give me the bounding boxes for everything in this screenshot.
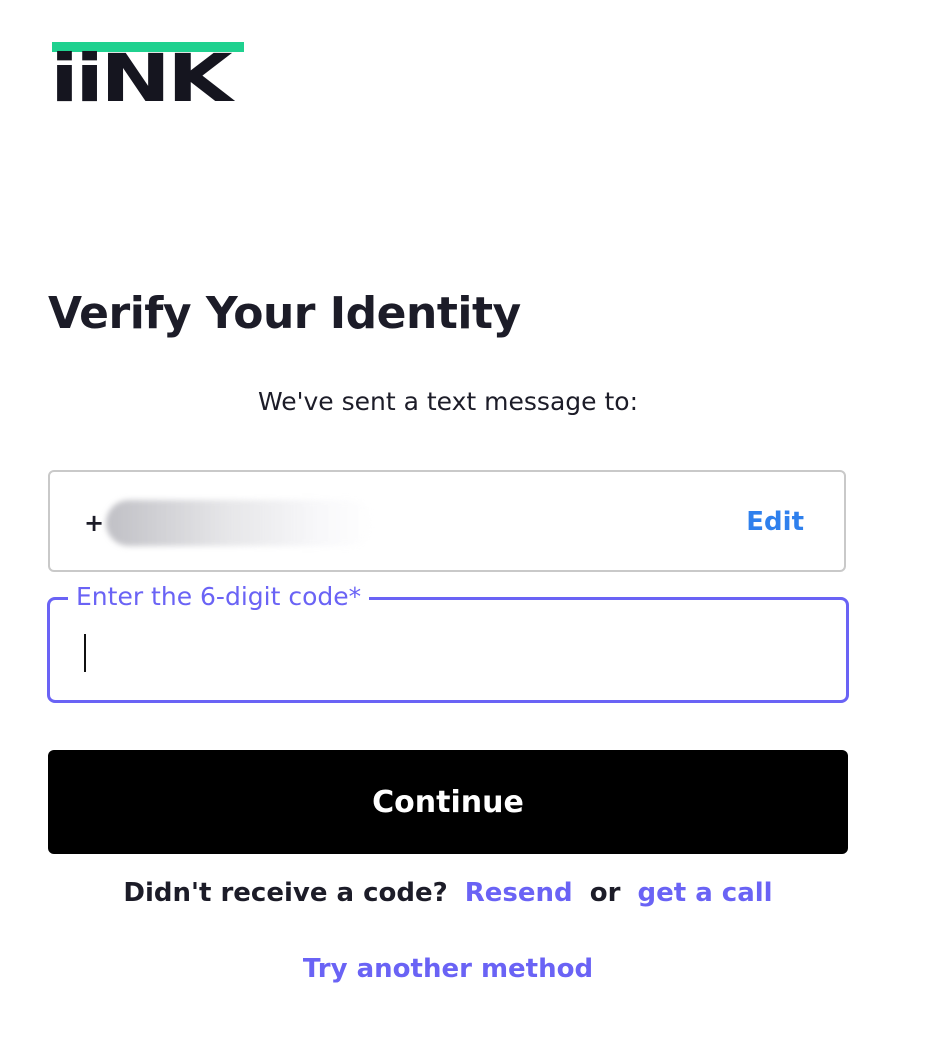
- edit-phone-link[interactable]: Edit: [746, 504, 804, 540]
- get-a-call-link[interactable]: get a call: [637, 878, 772, 908]
- logo-wordmark: iiNK: [50, 40, 233, 117]
- no-code-text: Didn't receive a code?: [123, 878, 448, 908]
- or-text: or: [589, 878, 621, 908]
- text-caret: [84, 634, 86, 672]
- phone-number-display: + Edit: [48, 470, 846, 572]
- phone-number-prefix: +: [84, 509, 105, 537]
- code-input[interactable]: [80, 628, 824, 674]
- continue-button[interactable]: Continue: [48, 750, 848, 854]
- try-another-method-link[interactable]: Try another method: [48, 950, 848, 988]
- code-input-label: Enter the 6-digit code*: [68, 580, 370, 614]
- resend-row: Didn't receive a code? Resend or get a c…: [48, 874, 848, 912]
- brand-logo: iiNK: [50, 42, 244, 112]
- phone-number-redacted: [106, 500, 374, 546]
- sent-message: We've sent a text message to:: [257, 387, 638, 416]
- resend-link[interactable]: Resend: [465, 878, 573, 908]
- page-title: Verify Your Identity: [48, 288, 521, 339]
